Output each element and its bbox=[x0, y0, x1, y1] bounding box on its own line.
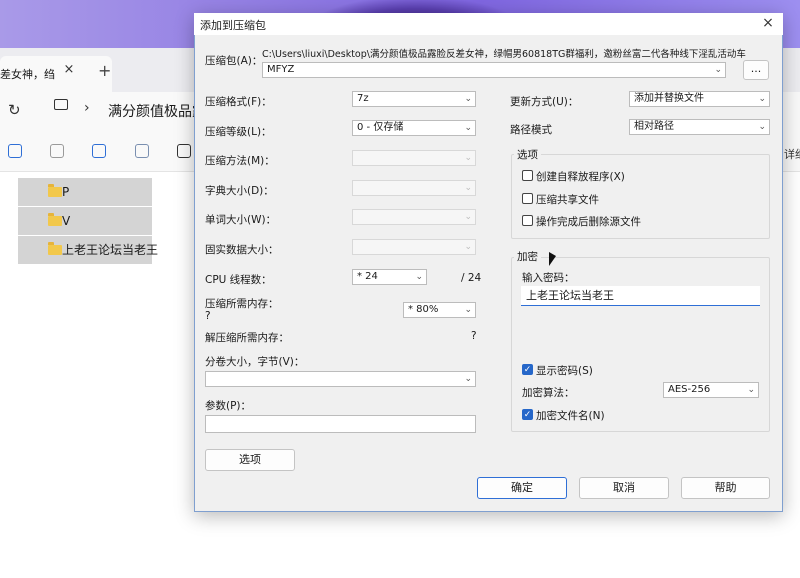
help-button[interactable]: 帮助 bbox=[681, 477, 770, 499]
memory-percent: * 80% bbox=[408, 304, 439, 315]
archive-path: C:\Users\liuxi\Desktop\满分颜值极品露脸反差女神，绿帽男6… bbox=[262, 49, 746, 60]
cancel-button[interactable]: 取消 bbox=[579, 477, 669, 499]
refresh-icon[interactable]: ↻ bbox=[8, 101, 21, 119]
options-button[interactable]: 选项 bbox=[205, 449, 295, 471]
delete-icon[interactable] bbox=[177, 144, 191, 158]
level-select[interactable]: 0 - 仅存储 ⌄ bbox=[352, 120, 476, 136]
options-group-title: 选项 bbox=[514, 147, 541, 162]
decomp-memory-value: ? bbox=[471, 330, 477, 342]
delete-source-checkbox[interactable] bbox=[522, 215, 533, 226]
path-mode-select[interactable]: 相对路径 ⌄ bbox=[629, 119, 770, 135]
address-path[interactable]: 满分颜值极品露 bbox=[108, 101, 206, 121]
folder-icon bbox=[48, 184, 62, 197]
chevron-down-icon: ⌄ bbox=[464, 212, 472, 222]
chevron-down-icon: ⌄ bbox=[464, 94, 472, 104]
chevron-down-icon: ⌄ bbox=[758, 94, 766, 104]
chevron-down-icon: ⌄ bbox=[714, 65, 722, 75]
shared-label: 压缩共享文件 bbox=[536, 194, 599, 206]
format-value: 7z bbox=[357, 93, 369, 104]
cpu-total: / 24 bbox=[461, 272, 482, 284]
archive-name: MFYZ bbox=[267, 64, 295, 75]
archive-name-combo[interactable]: MFYZ ⌄ bbox=[262, 62, 726, 78]
params-input[interactable] bbox=[205, 415, 476, 433]
chevron-down-icon: ⌄ bbox=[464, 183, 472, 193]
method-label: 压缩方法(M)： bbox=[205, 155, 275, 167]
encrypt-filenames-checkbox[interactable]: ✓ bbox=[522, 409, 533, 420]
dict-select[interactable]: ⌄ bbox=[352, 180, 476, 196]
chevron-down-icon: ⌄ bbox=[464, 123, 472, 133]
chevron-down-icon: ⌄ bbox=[747, 385, 755, 395]
chevron-down-icon: ⌄ bbox=[464, 305, 472, 315]
dialog-title: 添加到压缩包 bbox=[200, 19, 266, 32]
list-item[interactable]: P bbox=[18, 178, 152, 206]
password-label: 输入密码： bbox=[522, 272, 575, 284]
path-mode-label: 路径模式 bbox=[510, 124, 552, 136]
this-pc-icon[interactable] bbox=[54, 99, 68, 110]
chevron-down-icon: ⌄ bbox=[758, 122, 766, 132]
chevron-down-icon: ⌄ bbox=[464, 374, 472, 384]
solid-label: 固实数据大小： bbox=[205, 244, 279, 256]
password-input[interactable]: 上老王论坛当老王 bbox=[521, 286, 760, 306]
close-icon[interactable]: × bbox=[760, 15, 776, 31]
chevron-down-icon: ⌄ bbox=[464, 242, 472, 252]
update-label: 更新方式(U)： bbox=[510, 96, 579, 108]
new-tab-icon[interactable]: + bbox=[98, 63, 114, 79]
password-area bbox=[521, 308, 760, 354]
delete-source-label: 操作完成后删除源文件 bbox=[536, 216, 641, 228]
decomp-memory-label: 解压缩所需内存： bbox=[205, 332, 289, 344]
list-item[interactable]: 上老王论坛当老王 bbox=[18, 236, 158, 264]
encryption-method-value: AES-256 bbox=[668, 384, 711, 395]
update-select[interactable]: 添加并替换文件 ⌄ bbox=[629, 91, 770, 107]
encryption-method-select[interactable]: AES-256 ⌄ bbox=[663, 382, 759, 398]
shared-checkbox[interactable] bbox=[522, 193, 533, 204]
cpu-label: CPU 线程数： bbox=[205, 274, 272, 286]
rename-icon[interactable] bbox=[92, 144, 106, 158]
solid-select[interactable]: ⌄ bbox=[352, 239, 476, 255]
archive-label: 压缩包(A)： bbox=[205, 55, 263, 67]
chevron-down-icon: ⌄ bbox=[464, 153, 472, 163]
chevron-down-icon: ⌄ bbox=[415, 272, 423, 282]
volume-label: 分卷大小，字节(V)： bbox=[205, 356, 305, 368]
update-value: 添加并替换文件 bbox=[634, 93, 704, 104]
paste-icon[interactable] bbox=[50, 144, 64, 158]
word-label: 单词大小(W)： bbox=[205, 214, 277, 226]
memory-value: ? bbox=[205, 310, 211, 322]
memory-label: 压缩所需内存： bbox=[205, 298, 279, 310]
level-value: 0 - 仅存储 bbox=[357, 122, 404, 133]
path-mode-value: 相对路径 bbox=[634, 121, 674, 132]
explorer-tab[interactable]: 差女神，绉 bbox=[0, 56, 112, 92]
copy-icon[interactable] bbox=[8, 144, 22, 158]
show-password-checkbox[interactable]: ✓ bbox=[522, 364, 533, 375]
params-label: 参数(P)： bbox=[205, 400, 252, 412]
mouse-cursor-icon bbox=[549, 252, 556, 266]
sfx-label: 创建自释放程序(X) bbox=[536, 171, 625, 183]
memory-percent-select[interactable]: * 80% ⌄ bbox=[403, 302, 476, 318]
format-label: 压缩格式(F)： bbox=[205, 96, 272, 108]
encryption-group-title: 加密 bbox=[514, 249, 541, 264]
method-select[interactable]: ⌄ bbox=[352, 150, 476, 166]
folder-icon bbox=[48, 242, 62, 255]
volume-select[interactable]: ⌄ bbox=[205, 371, 476, 387]
share-icon[interactable] bbox=[135, 144, 149, 158]
ok-button[interactable]: 确定 bbox=[477, 477, 567, 499]
tab-close-icon[interactable]: × bbox=[62, 63, 76, 77]
format-select[interactable]: 7z ⌄ bbox=[352, 91, 476, 107]
sfx-checkbox[interactable] bbox=[522, 170, 533, 181]
list-item[interactable]: V bbox=[18, 207, 152, 235]
file-name: 上老王论坛当老王 bbox=[62, 243, 159, 257]
browse-button[interactable]: ... bbox=[743, 60, 769, 80]
dialog-titlebar bbox=[194, 13, 783, 35]
cpu-select[interactable]: * 24 ⌄ bbox=[352, 269, 427, 285]
details-button[interactable]: 详细 bbox=[784, 146, 800, 162]
show-password-label: 显示密码(S) bbox=[536, 365, 593, 377]
word-select[interactable]: ⌄ bbox=[352, 209, 476, 225]
folder-icon bbox=[48, 213, 62, 226]
dict-label: 字典大小(D)： bbox=[205, 185, 274, 197]
cpu-value: * 24 bbox=[357, 271, 378, 282]
explorer-tab-label: 差女神，绉 bbox=[0, 68, 55, 81]
chevron-right-icon[interactable]: › bbox=[84, 100, 90, 116]
encrypt-filenames-label: 加密文件名(N) bbox=[536, 410, 605, 422]
level-label: 压缩等级(L)： bbox=[205, 126, 272, 138]
encryption-method-label: 加密算法： bbox=[522, 387, 575, 399]
